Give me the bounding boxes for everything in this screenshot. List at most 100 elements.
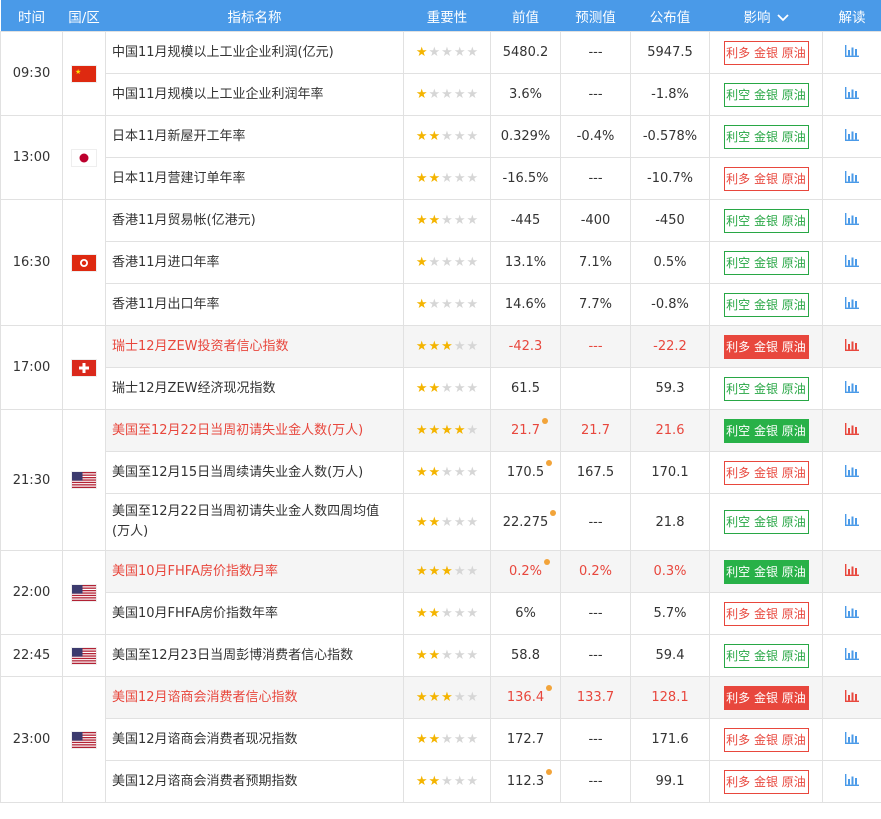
table-row: 中国11月规模以上工业企业利润年率 ★ ★ ★ ★ ★ 3.6% --- -1.8% 利空 金银 … [1,73,881,116]
star-icon: ★ [415,606,428,621]
release-time: 22:45 [0,634,63,677]
star-icon: ★ [466,339,479,354]
table-row: 美国10月FHFA房价指数年率 ★ ★ ★ ★ ★ 6% --- 5.7% 利多 金银 原油 [1,592,881,635]
previous-value-cell: 13.1% [490,241,561,284]
forecast-value: -400 [560,199,631,242]
header-interpret: 解读 [822,0,881,32]
impact-badge: 利空 金银 原油 [723,292,809,317]
bar-chart-icon[interactable] [845,44,859,61]
previous-value: 14.6% [504,297,547,312]
impact-cell: 利多 金银 原油 [709,760,823,803]
impact-cell: 利空 金银 原油 [709,634,823,677]
forecast-value: --- [560,73,631,116]
star-icon: ★ [428,732,441,747]
bar-chart-icon[interactable] [845,464,859,481]
us-flag-icon [72,584,96,601]
actual-value: 59.4 [630,634,710,677]
impact-badge: 利多 金银 原油 [723,685,809,710]
header-importance: 重要性 [403,0,491,32]
svg-text:★: ★ [75,68,81,76]
indicator-name: 香港11月进口年率 [105,241,404,284]
us-flag-icon [72,647,96,664]
bar-chart-icon[interactable] [845,605,859,622]
previous-value: 13.1% [504,255,547,270]
star-icon: ★ [453,465,466,480]
star-icon: ★ [466,690,479,705]
bar-chart-icon[interactable] [845,170,859,187]
star-icon: ★ [466,87,479,102]
bar-chart-icon[interactable] [845,647,859,664]
previous-value: 0.329% [500,129,551,144]
interpret-cell [822,367,881,410]
star-icon: ★ [415,774,428,789]
previous-value: 112.3 [507,769,553,789]
star-rating: ★ ★ ★ ★ ★ [416,382,478,395]
interpret-cell [822,199,881,242]
star-icon: ★ [466,255,479,270]
star-icon: ★ [415,129,428,144]
star-icon: ★ [466,465,479,480]
impact-badge: 利空 金银 原油 [723,643,809,668]
star-icon: ★ [415,213,428,228]
importance-stars: ★ ★ ★ ★ ★ [403,241,491,284]
star-icon: ★ [466,514,479,530]
japan-flag-icon [72,149,96,166]
header-indicator: 指标名称 [105,0,404,32]
impact-filter-dropdown[interactable]: 影响 [709,0,823,32]
impact-cell: 利空 金银 原油 [709,493,823,551]
star-icon: ★ [466,774,479,789]
actual-value: -1.8% [630,73,710,116]
bar-chart-icon[interactable] [845,212,859,229]
star-icon: ★ [441,213,453,228]
star-rating: ★ ★ ★ ★ ★ [416,214,478,227]
bar-chart-icon[interactable] [845,128,859,145]
star-icon: ★ [466,129,479,144]
impact-cell: 利多 金银 原油 [709,157,823,200]
table-row: 22:00 美国10月FHFA房价指数月率 ★ ★ ★ ★ ★ 0.2% 0.2% 0.3% 利空 … [0,550,881,635]
star-icon: ★ [428,213,441,228]
star-icon: ★ [428,45,441,60]
bar-chart-icon[interactable] [845,296,859,313]
star-icon: ★ [428,87,441,102]
indicator-name: 日本11月营建订单年率 [105,157,404,200]
bar-chart-icon[interactable] [845,422,859,439]
us-flag-icon [72,472,96,488]
star-icon: ★ [415,564,428,579]
star-icon: ★ [441,606,453,621]
bar-chart-icon[interactable] [845,86,859,103]
importance-stars: ★ ★ ★ ★ ★ [403,634,491,677]
previous-value: 172.7 [506,732,545,747]
bar-chart-icon[interactable] [845,731,859,748]
impact-badge: 利空 金银 原油 [723,376,809,401]
impact-cell: 利多 金银 原油 [709,676,823,719]
star-icon: ★ [441,87,453,102]
header-actual: 公布值 [630,0,710,32]
star-icon: ★ [441,171,453,186]
forecast-value: --- [560,592,631,635]
bar-chart-icon[interactable] [845,514,859,530]
impact-badge: 利多 金银 原油 [723,769,809,794]
country-flag [62,115,106,200]
country-flag [62,199,106,326]
bar-chart-icon[interactable] [845,254,859,271]
table-row: 美国至12月15日当周续请失业金人数(万人) ★ ★ ★ ★ ★ 170.5 167.5 170… [1,451,881,494]
previous-value-cell: -16.5% [490,157,561,200]
star-icon: ★ [466,45,479,60]
star-icon: ★ [428,171,441,186]
bar-chart-icon[interactable] [845,773,859,790]
forecast-value: 0.2% [560,550,631,593]
interpret-cell [822,115,881,158]
impact-cell: 利多 金银 原油 [709,718,823,761]
release-time: 21:30 [0,409,63,551]
bar-chart-icon[interactable] [845,689,859,706]
bar-chart-icon[interactable] [845,338,859,355]
bar-chart-icon[interactable] [845,563,859,580]
star-rating: ★ ★ ★ ★ ★ [416,256,478,269]
star-icon: ★ [415,423,428,438]
actual-value: 5947.5 [630,31,710,74]
impact-cell: 利空 金银 原油 [709,550,823,593]
importance-stars: ★ ★ ★ ★ ★ [403,592,491,635]
forecast-value: --- [560,760,631,803]
revision-dot-icon [550,509,557,516]
bar-chart-icon[interactable] [845,380,859,397]
